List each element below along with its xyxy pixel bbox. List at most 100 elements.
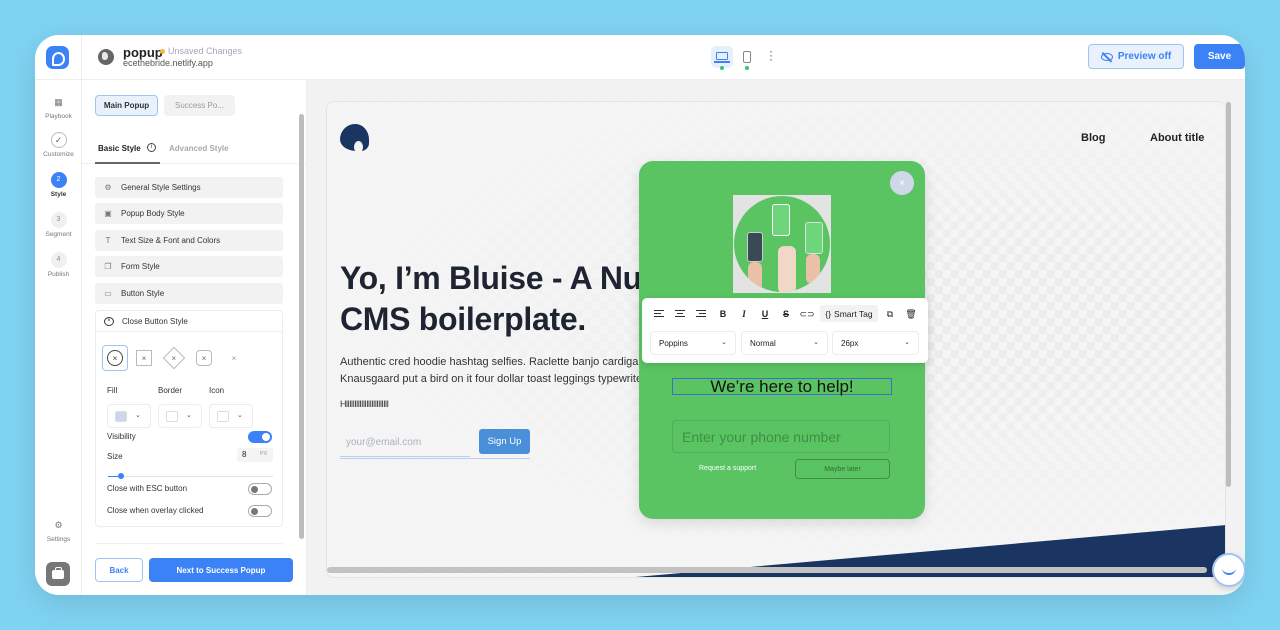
border-color-picker[interactable]: ⌄ bbox=[158, 404, 202, 428]
tab-success-popup[interactable]: Success Po... bbox=[164, 95, 235, 116]
active-tab-indicator bbox=[95, 162, 160, 164]
back-button[interactable]: Back bbox=[95, 558, 143, 582]
rail-item-segment[interactable]: 3 Segment bbox=[35, 212, 82, 238]
mobile-status-dot bbox=[745, 66, 749, 70]
link-button[interactable]: ⊂⊃ bbox=[799, 306, 815, 322]
copy-button[interactable]: ⧉ bbox=[883, 306, 897, 322]
border-label: Border bbox=[158, 386, 183, 395]
more-vertical-icon[interactable]: · · · bbox=[769, 45, 773, 65]
panel-scrollbar[interactable] bbox=[299, 114, 304, 539]
section-button-style[interactable]: ▭ Button Style bbox=[95, 283, 283, 304]
chat-widget-button[interactable] bbox=[1212, 553, 1245, 587]
desktop-status-dot bbox=[720, 66, 724, 70]
esc-toggle[interactable] bbox=[248, 483, 272, 495]
shape-option-square[interactable]: × bbox=[136, 350, 152, 366]
align-right-icon bbox=[696, 310, 706, 318]
nav-link-about[interactable]: About title bbox=[1150, 132, 1204, 144]
shape-option-circle[interactable]: × bbox=[102, 345, 128, 371]
shape-option-none[interactable]: × bbox=[226, 350, 242, 366]
close-icon: × bbox=[141, 353, 147, 363]
preview-toggle-button[interactable]: Preview off bbox=[1088, 44, 1184, 69]
visibility-toggle[interactable] bbox=[248, 431, 272, 443]
align-center-icon bbox=[675, 310, 685, 318]
strikethrough-button[interactable]: S bbox=[779, 306, 793, 322]
save-button[interactable]: Save bbox=[1194, 44, 1245, 69]
italic-button[interactable]: I bbox=[737, 306, 751, 322]
trash-icon: 🗑 bbox=[905, 308, 917, 319]
phone-input[interactable]: Enter your phone number bbox=[672, 420, 890, 453]
tab-advanced-style[interactable]: Advanced Style bbox=[169, 144, 229, 153]
text-icon: T bbox=[105, 236, 111, 245]
size-input[interactable]: 8 PX bbox=[237, 448, 273, 462]
font-size-select[interactable]: 26px ⌄ bbox=[832, 331, 919, 355]
hero-subtext: HIIIIIIIIIIIIIIIIIIIIIIIII bbox=[340, 399, 389, 409]
signup-button[interactable]: Sign Up bbox=[479, 429, 530, 454]
email-input[interactable]: your@email.com bbox=[340, 430, 470, 457]
mobile-view-button[interactable] bbox=[743, 51, 751, 63]
section-close-button-style[interactable]: × Close Button Style bbox=[96, 311, 282, 332]
fill-swatch bbox=[115, 411, 127, 422]
next-button[interactable]: Next to Success Popup bbox=[149, 558, 293, 582]
text-format-toolbar: B I U S ⊂⊃ {} Smart Tag ⧉ 🗑 Poppins ⌄ No… bbox=[642, 298, 928, 363]
tab-basic-style[interactable]: Basic Style bbox=[98, 144, 141, 153]
icon-label: Icon bbox=[209, 386, 225, 395]
overlay-toggle[interactable] bbox=[248, 505, 272, 517]
info-icon[interactable]: i bbox=[147, 143, 156, 152]
popup-heading[interactable]: We’re here to help! bbox=[672, 378, 892, 395]
unsaved-status: Unsaved Changes bbox=[168, 46, 243, 56]
form-icon: ❐ bbox=[104, 262, 112, 271]
preview-vertical-scrollbar[interactable] bbox=[1226, 102, 1231, 487]
smart-tag-button[interactable]: {} Smart Tag bbox=[820, 305, 878, 322]
gear-icon: ⚙ bbox=[54, 520, 63, 530]
logo-cell bbox=[35, 35, 82, 80]
close-icon: × bbox=[107, 350, 123, 366]
rail-item-style[interactable]: 2 Style bbox=[35, 172, 82, 198]
overlay-label: Close when overlay clicked bbox=[107, 506, 204, 515]
steps-rail: ▦ Playbook ✓ Customize 2 Style 3 Segment… bbox=[35, 80, 82, 595]
step-badge: 4 bbox=[50, 252, 67, 268]
preview-label: Preview off bbox=[1117, 51, 1172, 62]
top-bar: popup Unsaved Changes ecethebride.netlif… bbox=[35, 35, 1245, 80]
section-popup-body-style[interactable]: ▣ Popup Body Style bbox=[95, 203, 283, 224]
border-swatch bbox=[166, 411, 178, 422]
bold-button[interactable]: B bbox=[716, 306, 730, 322]
size-slider-handle[interactable] bbox=[118, 473, 124, 479]
chevron-down-icon: ⌄ bbox=[904, 339, 910, 346]
section-form-style[interactable]: ❐ Form Style bbox=[95, 256, 283, 277]
align-right-button[interactable] bbox=[694, 306, 708, 322]
step-badge: 3 bbox=[50, 212, 67, 228]
icon-color-picker[interactable]: ⌄ bbox=[209, 404, 253, 428]
icon-swatch bbox=[217, 411, 229, 422]
nav-link-blog[interactable]: Blog bbox=[1081, 132, 1105, 144]
align-left-button[interactable] bbox=[652, 306, 666, 322]
chevron-down-icon: ⌄ bbox=[813, 339, 819, 346]
section-general-style[interactable]: ⚙ General Style Settings bbox=[95, 177, 283, 198]
fill-color-picker[interactable]: ⌄ bbox=[107, 404, 151, 428]
align-center-button[interactable] bbox=[673, 306, 687, 322]
rail-item-publish[interactable]: 4 Publish bbox=[35, 252, 82, 278]
step-badge: 2 bbox=[50, 172, 67, 188]
rail-item-customize[interactable]: ✓ Customize bbox=[35, 132, 82, 158]
shape-option-rounded[interactable]: × bbox=[196, 350, 212, 366]
underline-button[interactable]: U bbox=[758, 306, 772, 322]
button-icon: ▭ bbox=[104, 289, 112, 298]
style-panel: Main Popup Success Po... Basic Style i A… bbox=[82, 80, 307, 595]
font-family-select[interactable]: Poppins ⌄ bbox=[650, 331, 736, 355]
briefcase-icon[interactable] bbox=[46, 562, 70, 586]
maybe-later-button[interactable]: Maybe later bbox=[795, 459, 890, 479]
font-weight-select[interactable]: Normal ⌄ bbox=[741, 331, 828, 355]
shape-option-diamond[interactable]: × bbox=[162, 346, 186, 370]
request-support-button[interactable]: Request a support bbox=[699, 465, 756, 472]
rail-item-settings[interactable]: ⚙ Settings bbox=[35, 517, 82, 543]
app-logo-icon[interactable] bbox=[46, 46, 69, 69]
rail-item-playbook[interactable]: ▦ Playbook bbox=[35, 94, 82, 120]
section-text-style[interactable]: T Text Size & Font and Colors bbox=[95, 230, 283, 251]
link-icon: ⊂⊃ bbox=[799, 308, 815, 319]
chevron-down-icon: ⌄ bbox=[186, 412, 192, 419]
preview-horizontal-scrollbar[interactable] bbox=[327, 567, 1207, 573]
tab-main-popup[interactable]: Main Popup bbox=[95, 95, 158, 116]
chevron-down-icon: ⌄ bbox=[721, 339, 727, 346]
desktop-view-button[interactable] bbox=[711, 46, 733, 68]
size-slider-track[interactable] bbox=[108, 476, 273, 477]
delete-button[interactable]: 🗑 bbox=[904, 306, 918, 322]
